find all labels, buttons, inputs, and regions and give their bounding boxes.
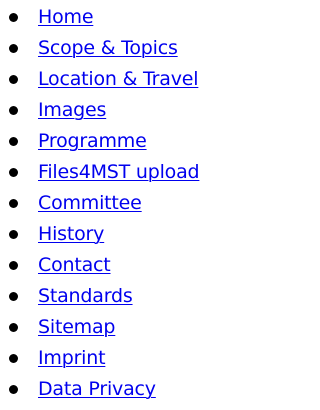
history-link[interactable]: History: [38, 219, 104, 250]
programme-link[interactable]: Programme: [38, 126, 147, 157]
bullet-icon: [9, 106, 18, 115]
images-link[interactable]: Images: [38, 95, 106, 126]
location-travel-link[interactable]: Location & Travel: [38, 64, 199, 95]
contact-link[interactable]: Contact: [38, 250, 111, 281]
nav-item-imprint: Imprint: [0, 343, 253, 374]
bullet-icon: [9, 13, 18, 22]
scope-topics-link[interactable]: Scope & Topics: [38, 33, 178, 64]
nav-item-committee: Committee: [0, 188, 253, 219]
nav-item-sitemap: Sitemap: [0, 312, 253, 343]
bullet-icon: [9, 75, 18, 84]
nav-item-standards: Standards: [0, 281, 253, 312]
bullet-icon: [9, 385, 18, 394]
imprint-link[interactable]: Imprint: [38, 343, 106, 374]
nav-item-history: History: [0, 219, 253, 250]
bullet-icon: [9, 292, 18, 301]
nav-item-images: Images: [0, 95, 253, 126]
nav-list: Home Scope & Topics Location & Travel Im…: [0, 2, 253, 405]
committee-link[interactable]: Committee: [38, 188, 142, 219]
nav-item-files4mst-upload: Files4MST upload: [0, 157, 253, 188]
data-privacy-link[interactable]: Data Privacy: [38, 374, 156, 405]
bullet-icon: [9, 44, 18, 53]
standards-link[interactable]: Standards: [38, 281, 133, 312]
bullet-icon: [9, 354, 18, 363]
home-link[interactable]: Home: [38, 2, 94, 33]
sitemap-link[interactable]: Sitemap: [38, 312, 115, 343]
nav-item-programme: Programme: [0, 126, 253, 157]
bullet-icon: [9, 323, 18, 332]
bullet-icon: [9, 168, 18, 177]
nav-item-contact: Contact: [0, 250, 253, 281]
bullet-icon: [9, 199, 18, 208]
nav-item-location-travel: Location & Travel: [0, 64, 253, 95]
bullet-icon: [9, 137, 18, 146]
nav-item-home: Home: [0, 2, 253, 33]
nav-item-scope-topics: Scope & Topics: [0, 33, 253, 64]
site-navigation: Home Scope & Topics Location & Travel Im…: [0, 0, 253, 410]
files4mst-upload-link[interactable]: Files4MST upload: [38, 157, 200, 188]
nav-item-data-privacy: Data Privacy: [0, 374, 253, 405]
bullet-icon: [9, 230, 18, 239]
bullet-icon: [9, 261, 18, 270]
